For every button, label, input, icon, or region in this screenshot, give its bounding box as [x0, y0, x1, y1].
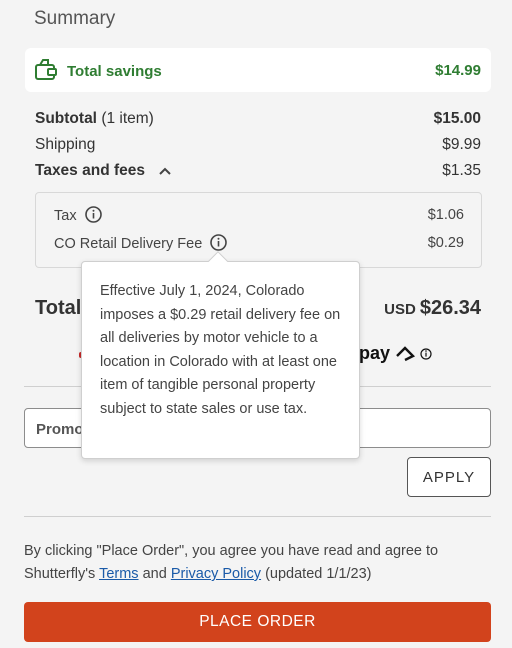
- divider: [24, 516, 491, 517]
- subtotal-value: $15.00: [433, 110, 481, 127]
- taxes-and-fees-toggle[interactable]: Taxes and fees: [35, 162, 172, 180]
- total-amount: $26.34: [419, 297, 481, 319]
- co-delivery-fee-value: $0.29: [427, 235, 464, 251]
- wallet-tag-icon: [34, 58, 58, 82]
- total-currency: USD: [384, 301, 416, 318]
- privacy-policy-link[interactable]: Privacy Policy: [171, 566, 261, 582]
- co-fee-tooltip: Effective July 1, 2024, Colorado imposes…: [81, 261, 360, 459]
- tax-label: Tax: [54, 206, 102, 227]
- summary-title: Summary: [34, 8, 116, 29]
- legal-notice: By clicking "Place Order", you agree you…: [24, 543, 439, 582]
- total-savings-value: $14.99: [435, 62, 481, 79]
- promo-placeholder: Promo: [36, 421, 84, 438]
- taxes-breakdown-panel: [35, 192, 482, 268]
- total-savings-banner: Total savings $14.99: [25, 48, 491, 92]
- shipping-label: Shipping: [35, 136, 96, 153]
- co-delivery-fee-label: CO Retail Delivery Fee: [54, 234, 228, 255]
- place-order-button[interactable]: PLACE ORDER: [24, 602, 491, 642]
- taxes-and-fees-value: $1.35: [442, 162, 481, 179]
- tooltip-text: Effective July 1, 2024, Colorado imposes…: [100, 283, 341, 417]
- total-savings-label: Total savings: [67, 63, 162, 80]
- total-value: USD $26.34: [384, 297, 481, 320]
- terms-link[interactable]: Terms: [99, 566, 138, 582]
- shipping-value: $9.99: [442, 136, 481, 153]
- tax-value: $1.06: [427, 207, 464, 223]
- afterpay-logo-icon: rpay: [352, 343, 435, 364]
- chevron-up-icon: [159, 162, 172, 180]
- apply-promo-button[interactable]: APPLY: [407, 457, 491, 497]
- subtotal-label: Subtotal (1 item): [35, 110, 154, 127]
- total-label: Total: [35, 297, 82, 319]
- info-circle-icon[interactable]: [84, 206, 102, 227]
- subtotal-item-count: (1 item): [101, 110, 154, 127]
